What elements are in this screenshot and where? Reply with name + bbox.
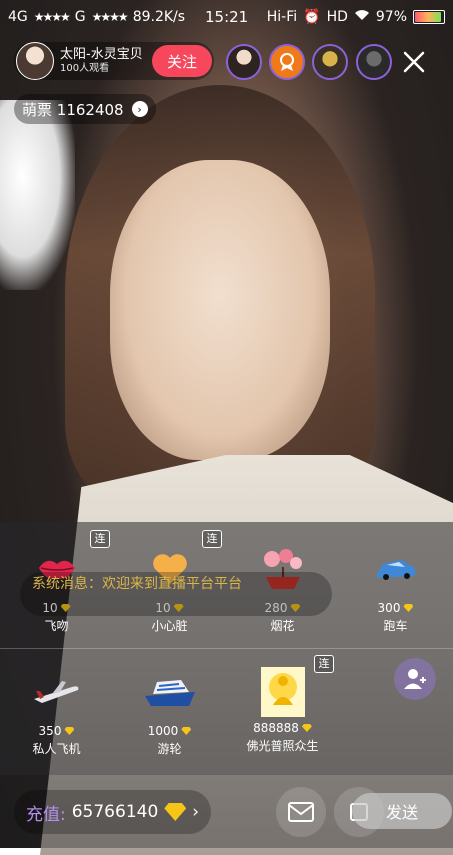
chevron-right-icon: › xyxy=(131,101,148,117)
clock: 15:21 xyxy=(205,8,249,26)
anchor-avatar[interactable] xyxy=(16,42,54,80)
combo-badge: 连 xyxy=(202,530,222,548)
gift-item[interactable]: 888888 佛光普照众生 xyxy=(226,667,339,754)
gift-name: 烟花 xyxy=(270,619,295,633)
gift-item[interactable]: 1000 游轮 xyxy=(113,670,226,757)
votes-label: 萌票 xyxy=(22,100,53,119)
battery-icon xyxy=(413,10,445,24)
gift-price: 1000 xyxy=(147,724,179,738)
combo-badge: 连 xyxy=(314,655,334,673)
gift-name: 飞吻 xyxy=(44,619,69,633)
diamond-icon xyxy=(181,727,192,735)
gift-item[interactable]: 350 私人飞机 xyxy=(0,670,113,757)
network-type-right: G xyxy=(74,9,86,25)
gift-panel: 10 飞吻 10 小心脏 连 280 烟花 连 300 跑车 350 私人飞机 xyxy=(0,522,453,775)
anchor-name: 太阳-水灵宝贝 xyxy=(60,47,143,63)
gift-price: 888888 xyxy=(253,721,299,735)
viewer-avatar[interactable] xyxy=(356,44,392,80)
viewer-avatar[interactable] xyxy=(226,44,262,80)
status-bar: 4G ★★★★ G ★★★★ 89.2K/s 15:21 Hi-Fi ⏰ HD … xyxy=(0,0,453,34)
chevron-right-icon: › xyxy=(192,802,200,822)
battery-percent: 97% xyxy=(375,9,407,25)
signal-stars-icon-2: ★★★★ xyxy=(91,10,129,24)
recharge-label: 充值: xyxy=(26,804,66,825)
alarm-icon: ⏰ xyxy=(303,9,321,25)
signal-stars-icon: ★★★★ xyxy=(33,10,71,24)
gift-divider xyxy=(0,648,453,649)
close-icon[interactable] xyxy=(400,48,428,76)
private-jet-icon xyxy=(0,670,113,714)
wifi-icon xyxy=(354,9,370,25)
user-profile-button[interactable] xyxy=(394,658,436,700)
gift-name: 游轮 xyxy=(157,742,182,756)
diamond-icon xyxy=(64,727,75,735)
feather-decoration xyxy=(0,100,75,290)
votes-value: 1162408 xyxy=(56,100,124,119)
send-button[interactable]: 发送 xyxy=(352,793,452,829)
diamond-icon xyxy=(164,803,187,821)
message-button[interactable] xyxy=(276,787,326,837)
viewer-avatar[interactable] xyxy=(312,44,348,80)
recharge-button[interactable]: 充值: 65766140 › xyxy=(14,790,212,834)
system-message: 系统消息：欢迎来到直播平台平台 xyxy=(20,572,332,616)
gift-name: 跑车 xyxy=(383,619,408,633)
diamond-icon xyxy=(403,604,414,612)
gift-price: 350 xyxy=(38,724,62,738)
diamond-icon xyxy=(301,724,312,732)
mail-icon xyxy=(288,802,314,822)
gift-item[interactable]: 300 跑车 xyxy=(339,547,452,634)
network-speed: 89.2K/s xyxy=(132,9,186,25)
gift-name: 私人飞机 xyxy=(32,742,81,756)
gift-name: 佛光普照众生 xyxy=(246,739,319,753)
gift-name: 小心脏 xyxy=(151,619,188,633)
gift-price: 300 xyxy=(377,601,401,615)
hd-label: HD xyxy=(326,9,348,25)
badge-icon xyxy=(280,53,294,71)
network-type-left: 4G xyxy=(8,9,28,25)
viewer-avatar-badge[interactable] xyxy=(269,44,305,80)
buddha-light-icon xyxy=(226,667,339,717)
sports-car-icon xyxy=(339,547,452,591)
cruise-ship-icon xyxy=(113,670,226,714)
viewer-count: 100人观看 xyxy=(60,62,110,74)
votes-pill[interactable]: 萌票 1162408 › xyxy=(14,94,156,124)
balance-value: 65766140 xyxy=(71,802,159,822)
combo-badge: 连 xyxy=(90,530,110,548)
streamer-face xyxy=(110,160,330,460)
user-add-icon xyxy=(404,669,426,689)
follow-button[interactable]: 关注 xyxy=(152,45,212,77)
hifi-label: Hi-Fi xyxy=(266,9,298,25)
